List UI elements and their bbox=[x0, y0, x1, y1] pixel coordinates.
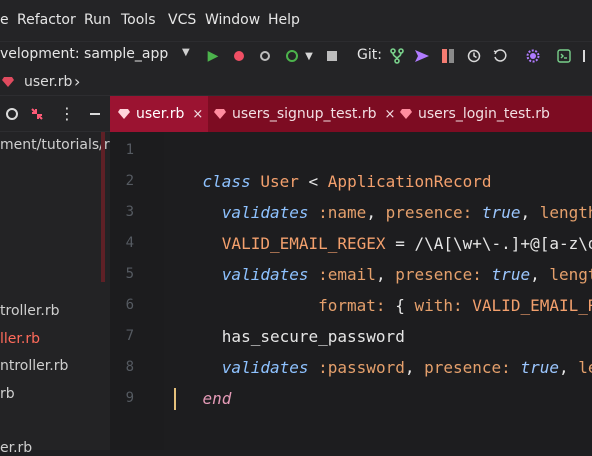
terminal-button[interactable] bbox=[556, 47, 572, 65]
push-button[interactable] bbox=[413, 47, 431, 65]
hide-panel-button[interactable] bbox=[88, 106, 102, 122]
project-panel-header: ⋮ bbox=[0, 96, 110, 132]
line-number: 1 bbox=[125, 142, 134, 158]
menu-item-window[interactable]: Window bbox=[205, 12, 260, 28]
run-config-selector[interactable]: velopment: sample_app ▼ bbox=[0, 46, 194, 66]
code-line[interactable]: VALID_EMAIL_REGEX = /\A[\w+\-.]+@[a-z\d\ bbox=[164, 197, 592, 253]
scroll-indicator bbox=[101, 132, 105, 282]
line-number: 6 bbox=[125, 297, 134, 313]
branch-button[interactable] bbox=[389, 47, 405, 65]
minimize-icon bbox=[90, 113, 100, 115]
code-line[interactable]: validates :name, presence: true, length: bbox=[164, 166, 592, 222]
collapse-button[interactable] bbox=[29, 106, 45, 122]
ruby-file-icon bbox=[214, 108, 226, 120]
code-line[interactable]: validates :email, presence: true, length bbox=[164, 228, 592, 284]
menu-item-help[interactable]: Help bbox=[268, 12, 300, 28]
compare-button[interactable] bbox=[440, 47, 456, 65]
line-number: 7 bbox=[125, 328, 134, 344]
history-icon bbox=[467, 49, 481, 63]
editor-tab-bar: user.rb × users_signup_test.rb × users_l… bbox=[110, 96, 592, 132]
run-button[interactable]: ▶ bbox=[205, 48, 221, 64]
line-number-gutter: 1 2 3 4 5 6 7 8 9 bbox=[110, 132, 174, 450]
terminal-icon bbox=[557, 49, 571, 63]
code-line[interactable]: end bbox=[164, 352, 232, 408]
line-number: 9 bbox=[125, 390, 134, 406]
tab-label: user.rb bbox=[136, 106, 185, 122]
coverage-icon bbox=[260, 51, 270, 61]
ruby-file-icon bbox=[2, 76, 14, 88]
code-editor[interactable]: class User < ApplicationRecord validates… bbox=[164, 132, 592, 450]
project-item-3[interactable]: ntroller.rb bbox=[0, 358, 68, 374]
project-tree: ment/tutorials/ra troller.rb ller.rb ntr… bbox=[0, 132, 118, 456]
collapse-icon bbox=[31, 108, 43, 120]
menu-item-vcs[interactable]: VCS bbox=[168, 12, 196, 28]
compare-icon bbox=[442, 49, 454, 63]
debug-icon bbox=[234, 51, 244, 61]
profiler-button[interactable] bbox=[283, 48, 301, 64]
chevron-down-icon: ▼ bbox=[182, 47, 190, 58]
branch-icon bbox=[390, 48, 404, 64]
tab-user-rb[interactable]: user.rb × bbox=[110, 96, 208, 132]
stop-button[interactable] bbox=[325, 48, 339, 64]
ruby-file-icon bbox=[118, 108, 130, 120]
push-icon bbox=[415, 50, 429, 62]
line-number: 4 bbox=[125, 235, 134, 251]
chevron-down-icon: ▼ bbox=[305, 50, 313, 62]
code-line[interactable]: class User < ApplicationRecord bbox=[164, 135, 492, 191]
tab-label: users_login_test.rb bbox=[418, 106, 550, 122]
run-config-label: velopment: sample_app bbox=[0, 46, 169, 62]
profiler-menu-button[interactable]: ▼ bbox=[304, 48, 314, 64]
git-label: Git: bbox=[357, 47, 382, 63]
breadcrumb-file[interactable]: user.rb bbox=[24, 74, 72, 90]
menu-item-e[interactable]: e bbox=[0, 12, 9, 28]
close-icon[interactable]: × bbox=[192, 107, 203, 122]
tab-users-signup-test-rb[interactable]: users_signup_test.rb × bbox=[208, 96, 395, 132]
project-item-1[interactable]: troller.rb bbox=[0, 303, 59, 319]
locate-button[interactable] bbox=[4, 106, 20, 122]
code-line[interactable]: format: { with: VALID_EMAIL_RE bbox=[164, 259, 592, 315]
line-number: 8 bbox=[125, 359, 134, 375]
debug-button[interactable] bbox=[231, 48, 247, 64]
stop-icon bbox=[327, 51, 337, 61]
menu-item-run[interactable]: Run bbox=[84, 12, 111, 28]
run-icon: ▶ bbox=[207, 48, 219, 64]
code-line[interactable]: has_secure_password bbox=[164, 290, 405, 346]
line-number: 5 bbox=[125, 266, 134, 282]
project-item-5[interactable]: er.rb bbox=[0, 440, 32, 456]
more-icon: ⋮ bbox=[59, 104, 75, 123]
breadcrumb-bar: user.rb › bbox=[0, 70, 592, 96]
project-item-2[interactable]: ller.rb bbox=[0, 331, 40, 347]
main-toolbar: velopment: sample_app ▼ ▶ ▼ Git: bbox=[0, 42, 592, 70]
menu-item-refactor[interactable]: Refactor bbox=[17, 12, 76, 28]
menu-bar: e Refactor Run Tools VCS Window Help bbox=[0, 0, 592, 42]
ruby-file-icon bbox=[400, 108, 412, 120]
panel-toggle-button[interactable] bbox=[583, 47, 592, 65]
panel-toggle-icon bbox=[583, 50, 592, 62]
settings-icon bbox=[526, 49, 540, 63]
project-item-4[interactable]: rb bbox=[0, 386, 15, 402]
rollback-button[interactable] bbox=[492, 47, 508, 65]
code-line[interactable]: validates :password, presence: true, len bbox=[164, 321, 592, 377]
menu-item-tools[interactable]: Tools bbox=[121, 12, 156, 28]
profiler-icon bbox=[286, 50, 298, 62]
line-number: 2 bbox=[125, 173, 134, 189]
history-button[interactable] bbox=[466, 47, 482, 65]
settings-button[interactable] bbox=[525, 47, 541, 65]
target-icon bbox=[6, 108, 18, 120]
text-cursor bbox=[174, 388, 176, 410]
breadcrumb-chevron: › bbox=[74, 72, 81, 91]
tab-label: users_signup_test.rb bbox=[232, 106, 377, 122]
coverage-button[interactable] bbox=[257, 48, 273, 64]
tab-users-login-test-rb[interactable]: users_login_test.rb bbox=[394, 96, 592, 132]
rollback-icon bbox=[493, 49, 507, 62]
options-button[interactable]: ⋮ bbox=[59, 104, 75, 123]
line-number: 3 bbox=[125, 204, 134, 220]
